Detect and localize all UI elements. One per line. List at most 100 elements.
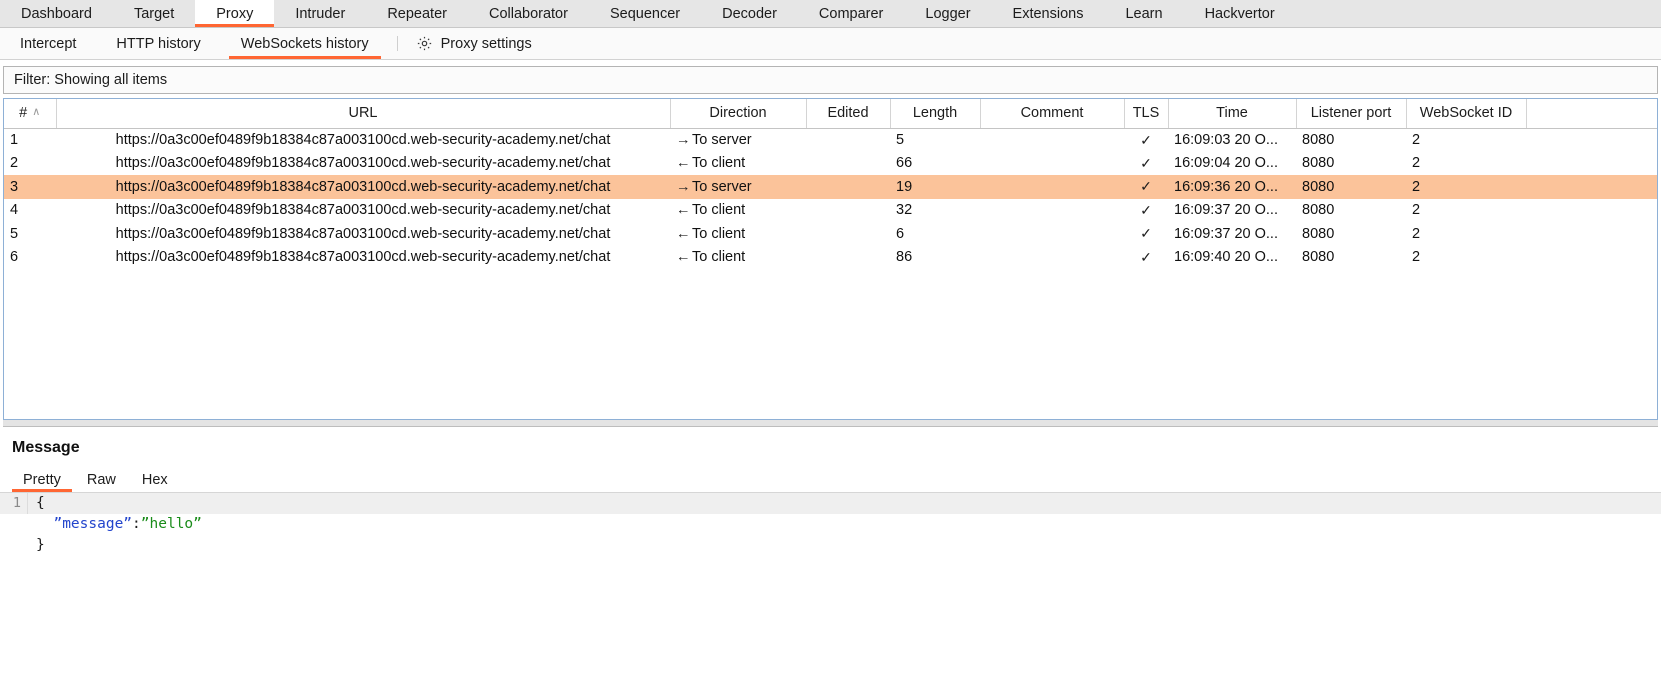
column-header-num[interactable]: #∧	[4, 99, 56, 128]
arrow-left-icon: ←	[676, 202, 692, 218]
row-comment	[980, 199, 1124, 223]
row-edited	[806, 222, 890, 246]
column-header-edited[interactable]: Edited	[806, 99, 890, 128]
row-index: 2	[4, 152, 56, 176]
editor-line-content: }	[28, 535, 1661, 556]
column-header-direction[interactable]: Direction	[670, 99, 806, 128]
row-url: https://0a3c00ef0489f9b18384c87a003100cd…	[56, 246, 670, 270]
row-direction-label: To server	[692, 179, 752, 195]
tls-check-icon: ✓	[1140, 155, 1152, 171]
row-listener-port: 8080	[1296, 175, 1406, 199]
row-index: 6	[4, 246, 56, 270]
panel-splitter[interactable]	[3, 419, 1658, 427]
row-time: 16:09:37 20 O...	[1168, 199, 1296, 223]
column-header-label: WebSocket ID	[1420, 105, 1512, 121]
row-filler	[1526, 152, 1657, 176]
row-filler	[1526, 246, 1657, 270]
row-url: https://0a3c00ef0489f9b18384c87a003100cd…	[56, 222, 670, 246]
proxy-subtab-intercept[interactable]: Intercept	[0, 28, 96, 59]
row-comment	[980, 175, 1124, 199]
main-tab-proxy[interactable]: Proxy	[195, 0, 274, 27]
row-listener-port: 8080	[1296, 152, 1406, 176]
column-header-time[interactable]: Time	[1168, 99, 1296, 128]
column-header-filler	[1526, 99, 1657, 128]
message-view-tab-hex[interactable]: Hex	[129, 467, 181, 492]
table-row[interactable]: 1https://0a3c00ef0489f9b18384c87a003100c…	[4, 128, 1657, 152]
row-url: https://0a3c00ef0489f9b18384c87a003100cd…	[56, 152, 670, 176]
row-listener-port: 8080	[1296, 128, 1406, 152]
row-tls: ✓	[1124, 152, 1168, 176]
arrow-left-icon: ←	[676, 249, 692, 265]
row-tls: ✓	[1124, 175, 1168, 199]
arrow-left-icon: ←	[676, 155, 692, 171]
row-direction: →To server	[670, 128, 806, 152]
row-comment	[980, 222, 1124, 246]
message-view-tab-raw[interactable]: Raw	[74, 467, 129, 492]
proxy-subtab-http-history[interactable]: HTTP history	[96, 28, 220, 59]
main-tab-repeater[interactable]: Repeater	[366, 0, 468, 27]
proxy-settings-button[interactable]: Proxy settings	[406, 28, 546, 59]
row-listener-port: 8080	[1296, 199, 1406, 223]
row-length: 19	[890, 175, 980, 199]
row-length: 5	[890, 128, 980, 152]
table-row[interactable]: 3https://0a3c00ef0489f9b18384c87a003100c…	[4, 175, 1657, 199]
column-header-length[interactable]: Length	[890, 99, 980, 128]
main-tab-bar: DashboardTargetProxyIntruderRepeaterColl…	[0, 0, 1661, 28]
column-header-tls[interactable]: TLS	[1124, 99, 1168, 128]
row-index: 4	[4, 199, 56, 223]
arrow-right-icon: →	[676, 179, 692, 195]
row-length: 32	[890, 199, 980, 223]
column-header-label: URL	[348, 105, 377, 121]
table-row[interactable]: 4https://0a3c00ef0489f9b18384c87a003100c…	[4, 199, 1657, 223]
main-tab-learn[interactable]: Learn	[1104, 0, 1183, 27]
column-header-comment[interactable]: Comment	[980, 99, 1124, 128]
main-tab-sequencer[interactable]: Sequencer	[589, 0, 701, 27]
proxy-settings-label: Proxy settings	[441, 36, 532, 52]
editor-line: }	[0, 535, 1661, 556]
row-websocket-id: 2	[1406, 152, 1526, 176]
row-url: https://0a3c00ef0489f9b18384c87a003100cd…	[56, 128, 670, 152]
row-websocket-id: 2	[1406, 175, 1526, 199]
row-index: 1	[4, 128, 56, 152]
row-index: 5	[4, 222, 56, 246]
row-time: 16:09:03 20 O...	[1168, 128, 1296, 152]
row-edited	[806, 199, 890, 223]
editor-line-content: {	[28, 493, 1661, 514]
main-tab-comparer[interactable]: Comparer	[798, 0, 904, 27]
column-header-label: TLS	[1133, 105, 1160, 121]
main-tab-extensions[interactable]: Extensions	[992, 0, 1105, 27]
row-tls: ✓	[1124, 246, 1168, 270]
column-header-url[interactable]: URL	[56, 99, 670, 128]
column-header-listener-port[interactable]: Listener port	[1296, 99, 1406, 128]
column-header-label: Time	[1216, 105, 1248, 121]
main-tab-dashboard[interactable]: Dashboard	[0, 0, 113, 27]
row-filler	[1526, 128, 1657, 152]
table-row[interactable]: 5https://0a3c00ef0489f9b18384c87a003100c…	[4, 222, 1657, 246]
websockets-history-table-panel: #∧ URL DirectionEditedLengthComment TLS Time…	[3, 98, 1658, 419]
main-tab-collaborator[interactable]: Collaborator	[468, 0, 589, 27]
main-tab-hackvertor[interactable]: Hackvertor	[1184, 0, 1296, 27]
row-comment	[980, 128, 1124, 152]
main-tab-target[interactable]: Target	[113, 0, 195, 27]
filter-bar[interactable]: Filter: Showing all items	[3, 66, 1658, 94]
json-token-punc: {	[36, 495, 45, 511]
toolbar-separator	[397, 36, 398, 51]
main-tab-decoder[interactable]: Decoder	[701, 0, 798, 27]
tls-check-icon: ✓	[1140, 132, 1152, 148]
message-body-editor[interactable]: 1{ ”message”:”hello”}	[0, 493, 1661, 556]
table-row[interactable]: 6https://0a3c00ef0489f9b18384c87a003100c…	[4, 246, 1657, 270]
message-view-tab-pretty[interactable]: Pretty	[10, 467, 74, 492]
main-tab-intruder[interactable]: Intruder	[274, 0, 366, 27]
table-row[interactable]: 2https://0a3c00ef0489f9b18384c87a003100c…	[4, 152, 1657, 176]
row-filler	[1526, 175, 1657, 199]
message-view-tabs: PrettyRawHex	[0, 467, 1661, 493]
column-header-websocket-id[interactable]: WebSocket ID	[1406, 99, 1526, 128]
json-token-punc	[36, 516, 53, 532]
editor-line: ”message”:”hello”	[0, 514, 1661, 535]
column-header-label: Listener port	[1311, 105, 1392, 121]
proxy-subtab-websockets-history[interactable]: WebSockets history	[221, 28, 389, 59]
main-tab-logger[interactable]: Logger	[904, 0, 991, 27]
row-time: 16:09:40 20 O...	[1168, 246, 1296, 270]
row-direction: ←To client	[670, 199, 806, 223]
row-direction: ←To client	[670, 222, 806, 246]
